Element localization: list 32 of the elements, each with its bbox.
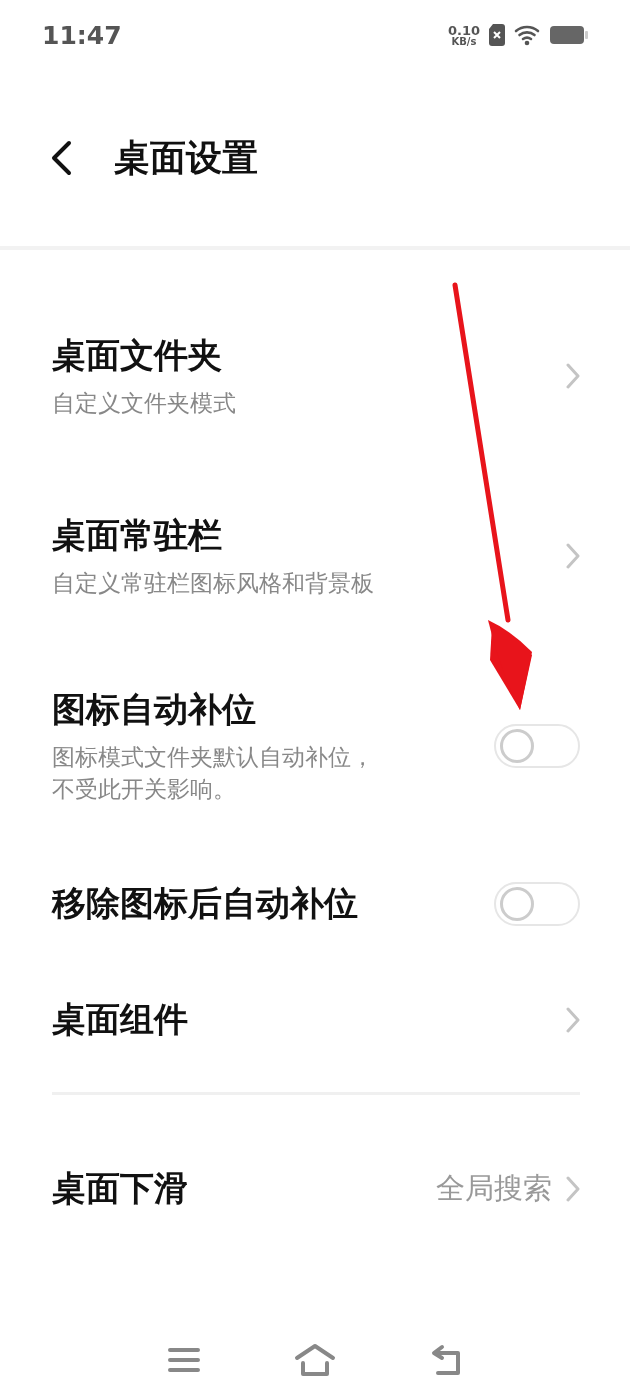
setting-title: 桌面下滑 [52,1167,189,1210]
settings-row[interactable]: 桌面组件 [0,962,630,1078]
no-sim-icon [488,23,506,47]
battery-icon [550,25,588,45]
setting-value: 全局搜索 [436,1170,552,1207]
setting-title: 桌面组件 [52,998,189,1041]
chevron-right-icon [566,363,580,389]
settings-row[interactable]: 图标自动补位 图标模式文件夹默认自动补位， 不受此开关影响。 [0,646,630,846]
setting-description: 自定义常驻栏图标风格和背景板 [52,568,375,598]
settings-row[interactable]: 桌面下滑 全局搜索 [0,1131,630,1247]
toggle-switch[interactable] [494,724,580,768]
chevron-right-icon [566,1176,580,1202]
setting-title: 桌面文件夹 [52,333,223,377]
chevron-right-icon [566,543,580,569]
menu-button[interactable] [166,1346,201,1374]
setting-title: 图标自动补位 [52,687,257,731]
clock-time: 11:47 [42,20,122,50]
settings-row[interactable]: 桌面文件夹 自定义文件夹模式 [0,286,630,466]
setting-description: 自定义文件夹模式 [52,388,237,418]
setting-description: 图标模式文件夹默认自动补位， [52,742,375,772]
toggle-switch[interactable] [494,882,580,926]
setting-title: 移除图标后自动补位 [52,882,359,925]
chevron-right-icon [566,1007,580,1033]
network-speed: 0.10 [447,23,480,37]
settings-row[interactable]: 移除图标后自动补位 [0,846,630,962]
home-button[interactable] [294,1343,336,1377]
setting-description: 不受此开关影响。 [52,775,237,804]
settings-row[interactable]: 桌面常驻栏 自定义常驻栏图标风格和背景板 [0,466,630,646]
page-title: 桌面设置 [114,135,258,180]
speed-unit: KB/s [451,36,477,47]
wifi-icon [514,24,542,46]
setting-title: 桌面常驻栏 [52,513,223,557]
